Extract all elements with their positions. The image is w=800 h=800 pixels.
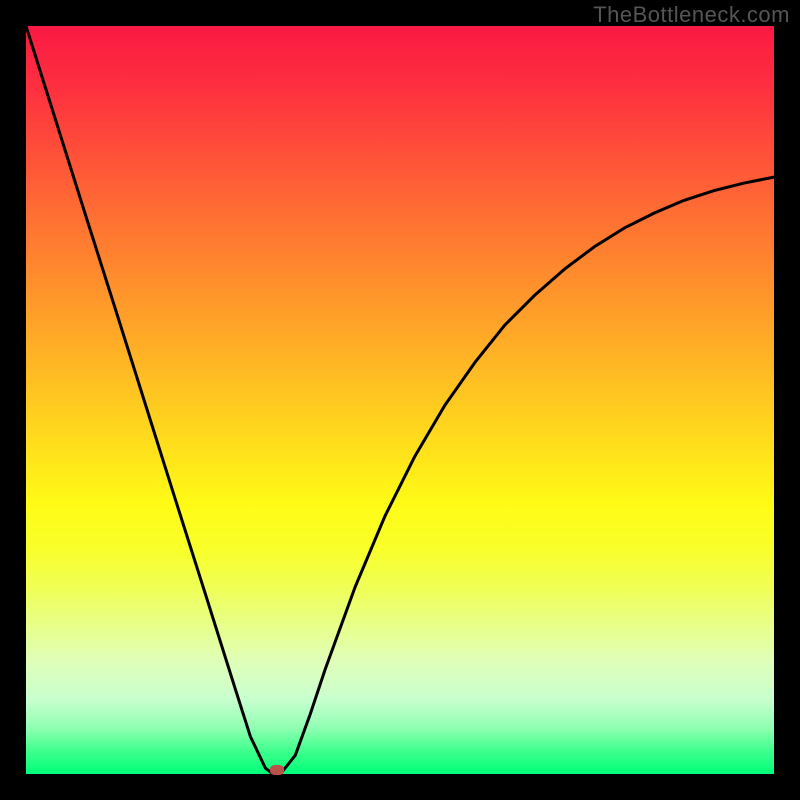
attribution-text: TheBottleneck.com xyxy=(593,2,790,28)
minimum-marker xyxy=(270,765,284,775)
bottleneck-curve xyxy=(26,26,774,774)
plot-frame xyxy=(26,26,774,774)
